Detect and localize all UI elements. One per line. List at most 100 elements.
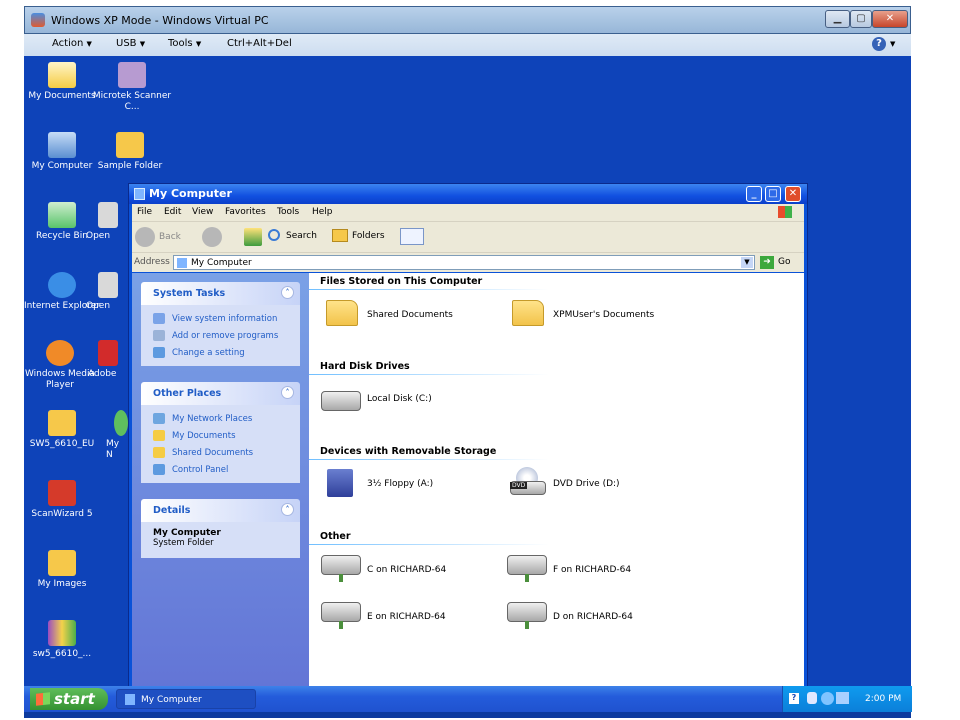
menu-view[interactable]: View <box>192 207 213 217</box>
my-computer-icon <box>48 132 76 158</box>
network-drive-icon <box>321 602 361 622</box>
shortcut-icon <box>98 202 118 228</box>
panel-header[interactable]: Other Places ˄ <box>141 382 300 405</box>
folder-icon <box>48 550 76 576</box>
menu-usb[interactable]: USB ▼ <box>116 38 145 49</box>
scanwizard-icon <box>48 480 76 506</box>
host-title-bar[interactable]: Windows XP Mode - Windows Virtual PC ▁ ▢… <box>24 6 911 34</box>
item-f-on-richard[interactable]: F on RICHARD-64 <box>507 553 657 583</box>
window-menu-bar: File Edit View Favorites Tools Help <box>132 204 804 222</box>
host-window: Windows XP Mode - Windows Virtual PC ▁ ▢… <box>24 6 912 718</box>
menu-edit[interactable]: Edit <box>164 207 181 217</box>
start-button[interactable]: start <box>30 688 108 710</box>
maximize-button[interactable]: ▢ <box>850 10 872 28</box>
item-shared-documents[interactable]: Shared Documents <box>326 298 476 328</box>
menu-tools[interactable]: Tools <box>277 207 299 217</box>
menu-help[interactable]: Help <box>312 207 333 217</box>
desktop-icon-adobe[interactable]: Adobe <box>88 340 128 380</box>
item-e-on-richard[interactable]: E on RICHARD-64 <box>321 600 471 630</box>
folder-icon <box>116 132 144 158</box>
desktop-icon-sw5-archive[interactable]: sw5_6610_... <box>20 620 104 660</box>
menu-file[interactable]: File <box>137 207 152 217</box>
search-button[interactable]: Search <box>266 226 326 248</box>
close-button[interactable]: ✕ <box>872 10 908 28</box>
task-add-remove-programs[interactable]: Add or remove programs <box>141 328 300 345</box>
back-button[interactable]: Back <box>135 226 185 248</box>
back-label: Back <box>159 232 181 242</box>
minimize-button[interactable]: ▁ <box>825 10 850 28</box>
desktop-icon-my-images[interactable]: My Images <box>20 550 104 590</box>
my-documents-icon <box>48 62 76 88</box>
search-label: Search <box>286 231 317 241</box>
network-tray-icon[interactable] <box>836 692 849 704</box>
help-icon[interactable]: ? <box>872 37 886 51</box>
task-pane: System Tasks ˄ View system information Ad… <box>132 273 309 688</box>
help-menu-arrow[interactable]: ▼ <box>890 40 895 48</box>
panel-header[interactable]: System Tasks ˄ <box>141 282 300 305</box>
menu-ctrl-alt-del[interactable]: Ctrl+Alt+Del <box>227 38 292 49</box>
item-xpmuser-documents[interactable]: XPMUser's Documents <box>512 298 682 328</box>
desktop-icon-scanwizard[interactable]: ScanWizard 5 <box>20 480 104 520</box>
help-tray-icon[interactable]: ? <box>789 693 799 704</box>
section-files-title: Files Stored on This Computer <box>320 276 483 287</box>
menu-favorites[interactable]: Favorites <box>225 207 266 217</box>
go-arrow-icon: ➜ <box>760 256 774 269</box>
desktop-icon-microtek-scanner[interactable]: Microtek Scanner C... <box>90 62 174 113</box>
taskbar-item-my-computer[interactable]: My Computer <box>116 689 256 709</box>
window-close-button[interactable]: ✕ <box>785 186 801 202</box>
desktop-icon-sample-folder[interactable]: Sample Folder <box>88 132 172 172</box>
panel-header[interactable]: Details ˄ <box>141 499 300 522</box>
item-c-on-richard[interactable]: C on RICHARD-64 <box>321 553 471 583</box>
shortcut-icon <box>98 272 118 298</box>
item-dvd-drive-d[interactable]: DVD DVD Drive (D:) <box>510 467 650 501</box>
collapse-chevron-icon[interactable]: ˄ <box>281 386 294 399</box>
address-input[interactable]: My Computer ▼ <box>173 255 755 270</box>
desktop-icon-open-2[interactable]: Open <box>86 272 126 312</box>
desktop-icon-open-1[interactable]: Open <box>86 202 126 242</box>
my-computer-icon <box>134 188 145 200</box>
collapse-chevron-icon[interactable]: ˄ <box>281 503 294 516</box>
windows-logo-icon <box>36 692 50 706</box>
taskbar-item-label: My Computer <box>141 695 202 705</box>
folder-icon <box>48 410 76 436</box>
add-remove-icon <box>153 330 165 341</box>
place-my-network[interactable]: My Network Places <box>141 411 300 428</box>
back-tray-icon[interactable] <box>821 692 834 705</box>
section-removable-title: Devices with Removable Storage <box>320 446 497 457</box>
go-button[interactable]: ➜ Go <box>760 255 800 270</box>
my-computer-window: My Computer _ □ ✕ File Edit View Favorit… <box>128 183 808 691</box>
item-floppy-a[interactable]: 3½ Floppy (A:) <box>323 467 463 501</box>
desktop-icon-sw5-folder[interactable]: SW5_6610_EU <box>20 410 104 450</box>
collapse-chevron-icon[interactable]: ˄ <box>281 286 294 299</box>
forward-arrow-icon[interactable] <box>202 227 222 247</box>
section-hdd-title: Hard Disk Drives <box>320 361 410 372</box>
start-label: start <box>54 690 95 708</box>
place-shared-documents[interactable]: Shared Documents <box>141 445 300 462</box>
window-title-bar[interactable]: My Computer _ □ ✕ <box>129 184 807 204</box>
folder-icon <box>326 300 358 326</box>
window-maximize-button[interactable]: □ <box>765 186 781 202</box>
task-view-system-info[interactable]: View system information <box>141 311 300 328</box>
panel-system-tasks: System Tasks ˄ View system information Ad… <box>141 282 300 366</box>
task-change-setting[interactable]: Change a setting <box>141 345 300 362</box>
address-label: Address <box>134 257 170 267</box>
place-my-documents[interactable]: My Documents <box>141 428 300 445</box>
clock: 2:00 PM <box>865 694 902 704</box>
detail-name: My Computer <box>153 528 221 538</box>
address-dropdown-icon[interactable]: ▼ <box>741 257 753 268</box>
usb-tray-icon[interactable] <box>807 692 817 704</box>
desktop-icon-my-network[interactable]: My N <box>106 410 128 461</box>
item-local-disk-c[interactable]: Local Disk (C:) <box>321 387 461 413</box>
views-icon[interactable] <box>400 228 424 245</box>
hard-drive-icon <box>321 391 361 411</box>
window-toolbar: Back Search Folders <box>132 222 804 253</box>
menu-tools[interactable]: Tools ▼ <box>168 38 201 49</box>
up-folder-icon[interactable] <box>244 228 262 246</box>
menu-action[interactable]: Action ▼ <box>52 38 92 49</box>
control-panel-icon <box>153 464 165 475</box>
section-divider <box>309 459 549 460</box>
folders-button[interactable]: Folders <box>330 226 390 248</box>
item-d-on-richard[interactable]: D on RICHARD-64 <box>507 600 657 630</box>
place-control-panel[interactable]: Control Panel <box>141 462 300 479</box>
window-minimize-button[interactable]: _ <box>746 186 762 202</box>
